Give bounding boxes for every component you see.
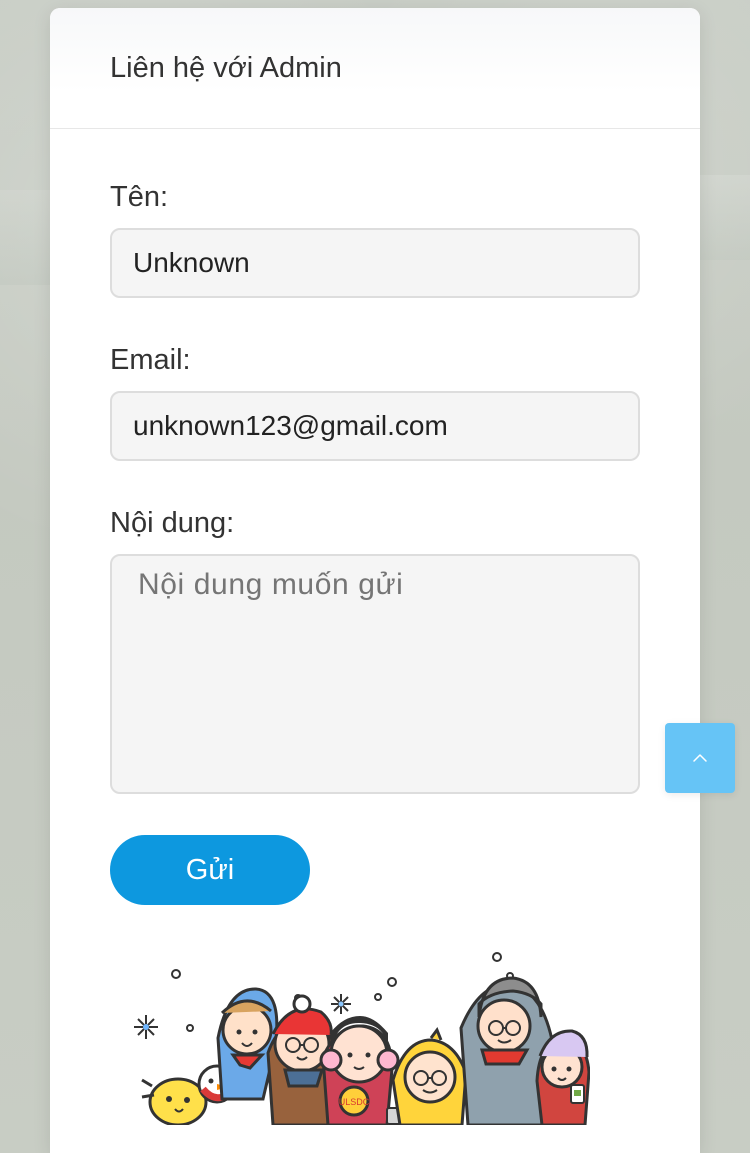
- name-input[interactable]: [110, 228, 640, 298]
- friend-yellow-hood: [391, 1026, 468, 1125]
- message-textarea[interactable]: [110, 554, 640, 794]
- email-label: Email:: [110, 344, 191, 376]
- badge-text: ULSDC: [339, 1097, 370, 1107]
- friend-right-purple: [535, 1029, 590, 1125]
- chick-character: [141, 1077, 208, 1125]
- modal-title: Liên hệ với Admin: [110, 52, 342, 84]
- contact-form: Tên: Email: Nội dung: Gửi: [110, 179, 640, 905]
- modal-header: Liên hệ với Admin: [50, 8, 700, 129]
- friend-left-blue: [216, 987, 279, 1101]
- contact-admin-modal: Liên hệ với Admin Tên: Email: Nội dung: …: [50, 8, 700, 1153]
- submit-button[interactable]: Gửi: [110, 835, 310, 905]
- message-label: Nội dung:: [110, 507, 235, 539]
- winter-friends-illustration: ULSDC: [134, 952, 590, 1125]
- name-label: Tên:: [110, 181, 169, 213]
- chevron-up-icon: [693, 754, 707, 762]
- scroll-top-button[interactable]: [665, 723, 735, 793]
- email-input[interactable]: [110, 391, 640, 461]
- backdrop-detail-left: [0, 190, 50, 285]
- backdrop-detail-right: [700, 175, 750, 260]
